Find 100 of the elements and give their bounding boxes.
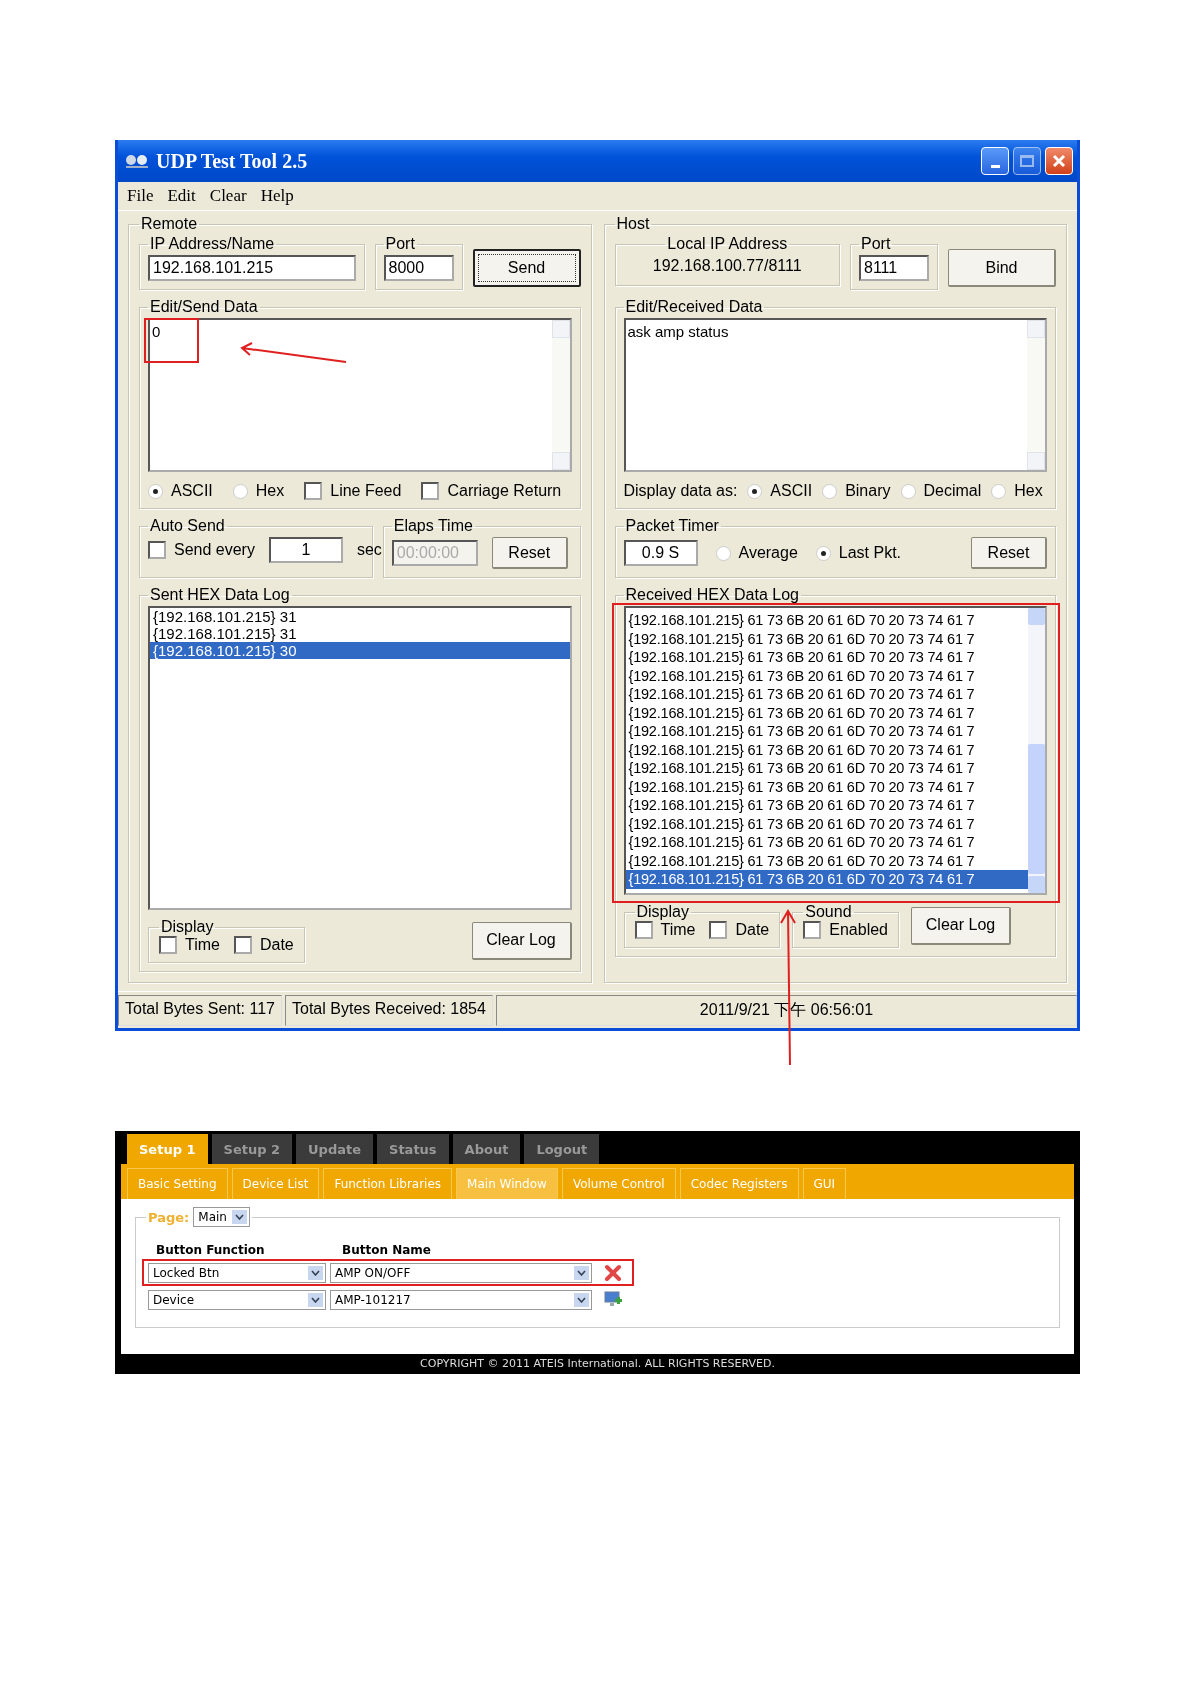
log-row[interactable]: {192.168.101.215} 61 73 6B 20 61 6D 70 20 73 74 61 7 xyxy=(625,814,1028,833)
status-text: Total Bytes Received: 1854 xyxy=(285,995,493,1026)
group-title: Sent HEX Data Log xyxy=(150,586,290,603)
log-row[interactable]: {192.168.101.215} 61 73 6B 20 61 6D 70 20 73 74 61 7 xyxy=(625,870,1028,889)
log-row[interactable]: {192.168.101.215} 31 xyxy=(150,625,570,642)
checkbox[interactable] xyxy=(148,541,166,559)
group-title: Sound xyxy=(805,903,852,920)
log-row[interactable]: {192.168.101.215} 61 73 6B 20 61 6D 70 20 73 74 61 7 xyxy=(625,777,1028,796)
tab[interactable]: Setup 2 xyxy=(211,1134,293,1164)
page-select[interactable]: Main xyxy=(193,1207,250,1227)
scrollbar[interactable] xyxy=(551,320,570,470)
radio-button[interactable] xyxy=(900,483,916,499)
radio-button[interactable] xyxy=(715,545,731,561)
log-row[interactable]: {192.168.101.215} 61 73 6B 20 61 6D 70 20 73 74 61 7 xyxy=(625,740,1028,759)
bind-button[interactable]: Bind xyxy=(948,249,1056,287)
log-row[interactable]: {192.168.101.215} 61 73 6B 20 61 6D 70 20 73 74 61 7 xyxy=(625,833,1028,852)
reset-button[interactable]: Reset xyxy=(971,537,1047,569)
group-title: IP Address/Name xyxy=(150,235,275,252)
function-select[interactable]: Locked Btn xyxy=(148,1263,326,1283)
checkbox[interactable] xyxy=(233,936,252,954)
group-title: Port xyxy=(861,235,891,252)
checkbox-label: Enabled xyxy=(829,921,888,939)
caret-icon xyxy=(311,1270,320,1276)
send-data-text: 0 xyxy=(151,322,162,342)
tab[interactable]: Logout xyxy=(524,1134,600,1164)
tab[interactable]: About xyxy=(452,1134,521,1164)
checkbox[interactable] xyxy=(709,921,728,939)
function-select[interactable]: Device xyxy=(148,1290,326,1310)
close-button[interactable] xyxy=(1045,147,1073,175)
group-title: Elaps Time xyxy=(393,517,473,534)
close-icon xyxy=(1051,153,1067,169)
tab[interactable]: Status xyxy=(377,1134,449,1164)
column-header: Button Name xyxy=(342,1243,431,1257)
checkbox[interactable] xyxy=(304,482,323,500)
checkbox-label: Date xyxy=(735,921,770,939)
log-row[interactable]: {192.168.101.215} 61 73 6B 20 61 6D 70 20 73 74 61 7 xyxy=(625,759,1028,778)
delete-icon[interactable] xyxy=(604,1264,622,1282)
name-select[interactable]: AMP ON/OFF xyxy=(330,1263,592,1283)
radio-button[interactable] xyxy=(747,483,763,499)
received-data-area[interactable]: ask amp status xyxy=(623,318,1047,472)
menu-item[interactable]: File xyxy=(122,186,159,206)
radio-button[interactable] xyxy=(822,483,838,499)
minimize-button[interactable] xyxy=(981,147,1009,175)
checkbox[interactable] xyxy=(634,921,653,939)
checkbox[interactable] xyxy=(159,936,177,954)
received-data-text: ask amp status xyxy=(626,322,730,342)
annotation-box xyxy=(144,318,199,363)
caret-icon xyxy=(577,1270,586,1276)
display-as-label: Display data as: xyxy=(623,482,738,500)
clear-log-button[interactable]: Clear Log xyxy=(911,906,1011,945)
radio-button[interactable] xyxy=(148,483,163,499)
name-select[interactable]: AMP-101217 xyxy=(330,1290,592,1310)
radio-button[interactable] xyxy=(232,483,248,499)
group-title: Edit/Send Data xyxy=(150,298,258,315)
log-row[interactable]: {192.168.101.215} 61 73 6B 20 61 6D 70 20 73 74 61 7 xyxy=(625,722,1028,741)
log-row[interactable]: {192.168.101.215} 61 73 6B 20 61 6D 70 20 73 74 61 7 xyxy=(625,685,1028,704)
log-row[interactable]: {192.168.101.215} 61 73 6B 20 61 6D 70 20 73 74 61 7 xyxy=(625,611,1028,630)
log-row[interactable]: {192.168.101.215} 61 73 6B 20 61 6D 70 20 73 74 61 7 xyxy=(625,666,1028,685)
menu-item[interactable]: Help xyxy=(255,186,299,206)
radio-label: Hex xyxy=(255,482,285,500)
radio-label: Binary xyxy=(845,482,891,500)
radio-button[interactable] xyxy=(991,483,1007,499)
checkbox-label: Date xyxy=(259,936,294,954)
tab[interactable]: Update xyxy=(296,1134,374,1164)
menu-item[interactable]: Clear xyxy=(204,186,252,206)
checkbox-label: Time xyxy=(660,921,696,939)
ip-address-field[interactable]: 192.168.101.215 xyxy=(148,255,356,281)
scrollbar[interactable] xyxy=(1027,320,1045,470)
log-row[interactable]: {192.168.101.215} 61 73 6B 20 61 6D 70 20 73 74 61 7 xyxy=(625,796,1028,815)
caret-icon xyxy=(234,1214,244,1220)
interval-field[interactable]: 1 xyxy=(268,537,343,563)
copyright-text: COPYRIGHT © 2011 ATEIS International. ALL RIGHTS RESERVED. xyxy=(419,1356,776,1372)
port-field[interactable]: 8111 xyxy=(859,255,929,281)
checkbox[interactable] xyxy=(803,921,822,939)
log-row[interactable]: {192.168.101.215} 31 xyxy=(150,608,570,625)
clear-log-button[interactable]: Clear Log xyxy=(471,921,572,960)
menu-item[interactable]: Edit xyxy=(162,186,201,206)
radio-label: ASCII xyxy=(770,482,813,500)
log-row[interactable]: {192.168.101.215} 61 73 6B 20 61 6D 70 20 73 74 61 7 xyxy=(625,648,1028,667)
log-row[interactable]: {192.168.101.215} 61 73 6B 20 61 6D 70 20 73 74 61 7 xyxy=(625,851,1028,870)
status-text: Total Bytes Sent: 117 xyxy=(118,995,282,1026)
caret-icon xyxy=(577,1297,586,1303)
radio-label: ASCII xyxy=(171,482,213,500)
port-field[interactable]: 8000 xyxy=(383,255,454,281)
checkbox[interactable] xyxy=(421,482,440,500)
radio-label: Last Pkt. xyxy=(838,544,902,562)
column-header: Button Function xyxy=(156,1243,266,1257)
log-row[interactable]: {192.168.101.215} 30 xyxy=(150,642,570,659)
group-title: Display xyxy=(636,903,689,920)
monitor-plus-icon[interactable] xyxy=(604,1291,622,1309)
log-row[interactable]: {192.168.101.215} 61 73 6B 20 61 6D 70 20 73 74 61 7 xyxy=(625,629,1028,648)
radio-button[interactable] xyxy=(815,545,831,561)
group-title: Display xyxy=(161,918,214,935)
scrollbar[interactable] xyxy=(1028,608,1045,893)
group-title: Edit/Received Data xyxy=(625,298,763,315)
reset-button[interactable]: Reset xyxy=(491,537,568,569)
log-row[interactable]: {192.168.101.215} 61 73 6B 20 61 6D 70 20 73 74 61 7 xyxy=(625,703,1028,722)
maximize-button[interactable] xyxy=(1013,147,1041,175)
packet-timer-field[interactable]: 0.9 S xyxy=(623,540,698,566)
send-button[interactable]: Send xyxy=(472,249,581,287)
